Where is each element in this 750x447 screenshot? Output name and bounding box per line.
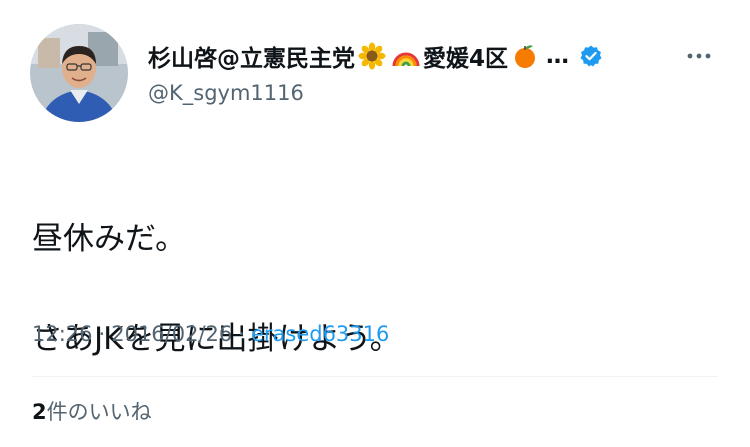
tweet-date[interactable]: 2016/02/26 xyxy=(111,322,232,346)
avatar-photo xyxy=(30,24,128,122)
divider xyxy=(32,376,718,377)
like-count: 2 xyxy=(32,400,47,424)
avatar[interactable] xyxy=(30,24,128,122)
tweet-card: 杉山啓@立憲民主党 愛媛4区 … @K_sgym1116 昼休みだ。 さあJKを… xyxy=(0,0,750,447)
rainbow-icon xyxy=(392,42,420,70)
likes-link[interactable]: 2件のいいね xyxy=(32,397,152,427)
more-options-icon[interactable] xyxy=(684,46,714,66)
tweet-text-line-1: 昼休みだ。 xyxy=(32,221,187,257)
sunflower-icon xyxy=(358,42,386,70)
verified-badge-icon xyxy=(579,44,603,68)
tweet-time[interactable]: 12:26 xyxy=(32,322,93,346)
tweet-metadata: 12:26 · 2016/02/26 · erased63316 xyxy=(32,319,389,349)
meta-separator: · xyxy=(238,322,245,346)
user-handle[interactable]: @K_sgym1116 xyxy=(148,78,668,108)
name-ellipsis: … xyxy=(546,43,570,69)
tweet-source-link[interactable]: erased63316 xyxy=(251,322,389,346)
display-name-suffix[interactable]: 愛媛4区 xyxy=(423,39,508,73)
display-name[interactable]: 杉山啓@立憲民主党 xyxy=(148,39,355,73)
orange-icon xyxy=(511,42,539,70)
name-row: 杉山啓@立憲民主党 愛媛4区 … xyxy=(148,38,668,74)
author-block: 杉山啓@立憲民主党 愛媛4区 … @K_sgym1116 xyxy=(148,38,668,108)
like-label: 件のいいね xyxy=(46,400,152,424)
meta-separator: · xyxy=(98,322,106,346)
